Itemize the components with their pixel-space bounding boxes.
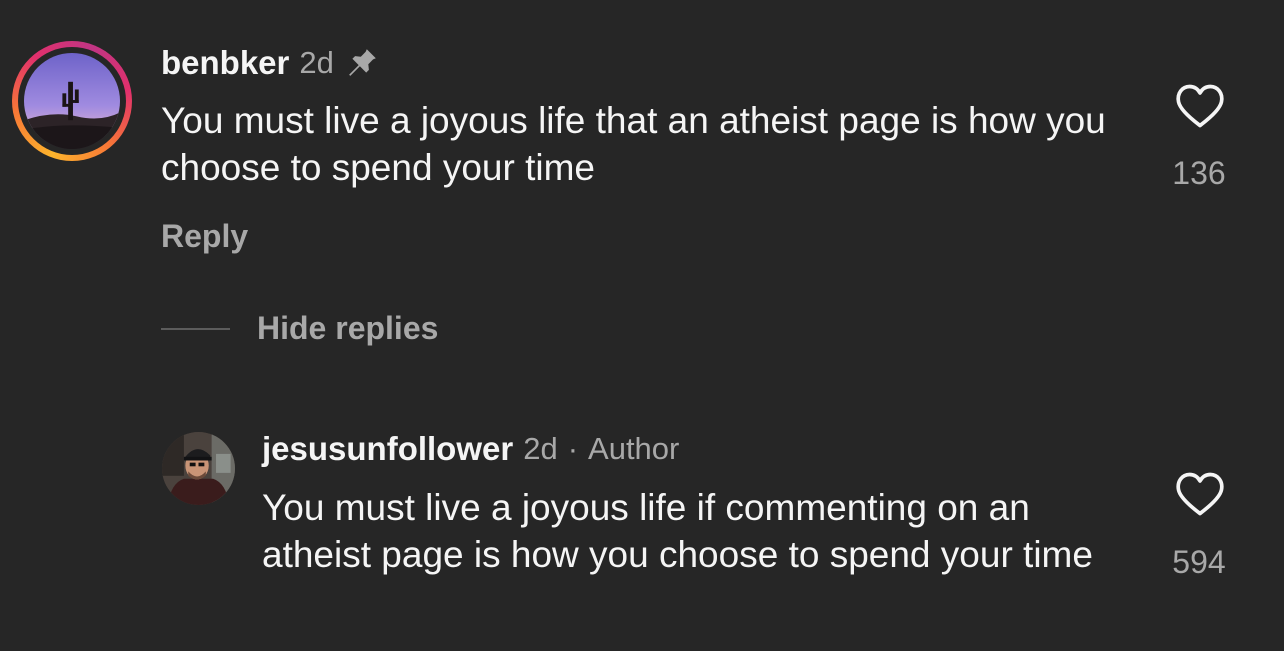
divider (161, 328, 230, 330)
hide-replies-button[interactable]: Hide replies (257, 310, 438, 347)
story-ring-avatar[interactable] (12, 41, 132, 161)
author-badge: Author (588, 431, 680, 466)
comment-text: You must live a joyous life if commentin… (262, 487, 1093, 575)
avatar[interactable] (162, 432, 235, 505)
reply-button[interactable]: Reply (161, 218, 248, 255)
heart-outline-icon[interactable] (1174, 82, 1226, 130)
like-count: 136 (1172, 155, 1226, 191)
heart-outline-icon[interactable] (1174, 470, 1226, 518)
like-count: 594 (1172, 544, 1226, 580)
pin-icon (348, 49, 376, 76)
username[interactable]: benbker (161, 44, 289, 82)
username[interactable]: jesusunfollower (262, 430, 513, 468)
comment-age: 2d (299, 45, 334, 80)
avatar (24, 53, 120, 149)
comment-text: You must live a joyous life that an athe… (161, 100, 1106, 188)
comment-age: 2d (523, 431, 558, 466)
separator-dot: · (567, 431, 579, 466)
reply-header: jesusunfollower 2d · Author (262, 429, 679, 469)
comment-header: benbker 2d (161, 43, 380, 83)
